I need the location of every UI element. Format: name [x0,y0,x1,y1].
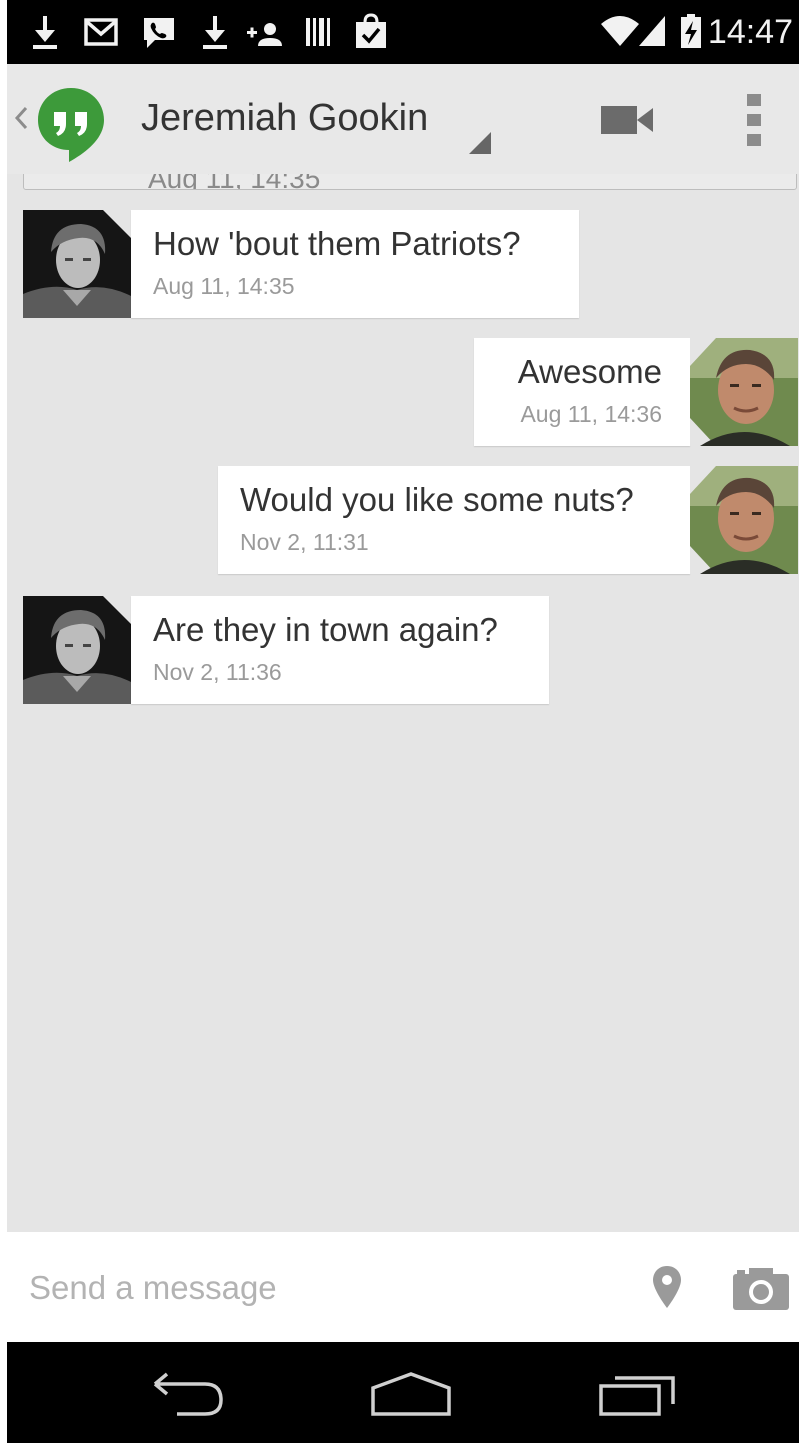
compose-bar [7,1232,799,1342]
status-bar: 14:47 [7,0,799,64]
hangouts-screen: 14:47 Jeremiah Gookin Aug 11, 14:35 How … [7,0,799,1443]
message-timestamp: Nov 2, 11:31 [240,529,369,555]
voicemail-icon [144,18,174,48]
wifi-icon [601,16,639,46]
barcode-icon [306,18,330,46]
chevron-left-icon[interactable] [11,100,31,136]
message-text: Would you like some nuts? [240,481,634,518]
message-timestamp: Aug 11, 14:35 [153,273,295,299]
message-input[interactable] [29,1262,589,1314]
signal-icon [639,16,665,46]
download-icon [33,16,57,49]
camera-icon[interactable] [731,1264,791,1312]
previous-message-card: Aug 11, 14:35 [23,174,797,190]
overflow-menu-icon[interactable] [743,90,765,150]
video-call-icon[interactable] [599,102,655,138]
dropdown-indicator-icon[interactable] [465,128,493,156]
play-store-icon [356,13,386,48]
message-bubble[interactable]: How 'bout them Patriots? Aug 11, 14:35 [131,210,579,318]
message-text: Awesome [517,353,662,390]
message-bubble[interactable]: Would you like some nuts? Nov 2, 11:31 [218,466,690,574]
action-bar: Jeremiah Gookin [7,64,799,174]
message-timestamp: Nov 2, 11:36 [153,659,282,685]
message-text: How 'bout them Patriots? [153,225,521,262]
my-avatar [690,466,798,574]
contact-name[interactable]: Jeremiah Gookin [141,96,428,140]
hangouts-icon[interactable] [33,84,109,164]
message-timestamp: Aug 11, 14:36 [520,401,662,427]
back-icon[interactable] [147,1370,227,1418]
message-bubble[interactable]: Are they in town again? Nov 2, 11:36 [131,596,549,704]
location-pin-icon[interactable] [651,1264,683,1310]
add-contact-icon [247,23,282,46]
status-time: 14:47 [707,13,793,51]
my-avatar [690,338,798,446]
contact-avatar [23,596,131,704]
battery-charging-icon [681,14,701,48]
message-bubble[interactable]: Awesome Aug 11, 14:36 [474,338,690,446]
download-icon [203,16,227,49]
recent-apps-icon[interactable] [597,1370,681,1418]
conversation-list[interactable]: Aug 11, 14:35 How 'bout them Patriots? A… [7,174,799,1232]
message-timestamp: Aug 11, 14:35 [148,174,321,190]
message-item: How 'bout them Patriots? Aug 11, 14:35 [23,210,583,318]
message-text: Are they in town again? [153,611,498,648]
navigation-bar [7,1342,799,1443]
message-item: Would you like some nuts? Nov 2, 11:31 [218,466,798,574]
contact-avatar [23,210,131,318]
message-item: Awesome Aug 11, 14:36 [474,338,798,446]
gmail-icon [84,18,118,46]
message-item: Are they in town again? Nov 2, 11:36 [23,596,553,704]
home-icon[interactable] [369,1370,453,1418]
